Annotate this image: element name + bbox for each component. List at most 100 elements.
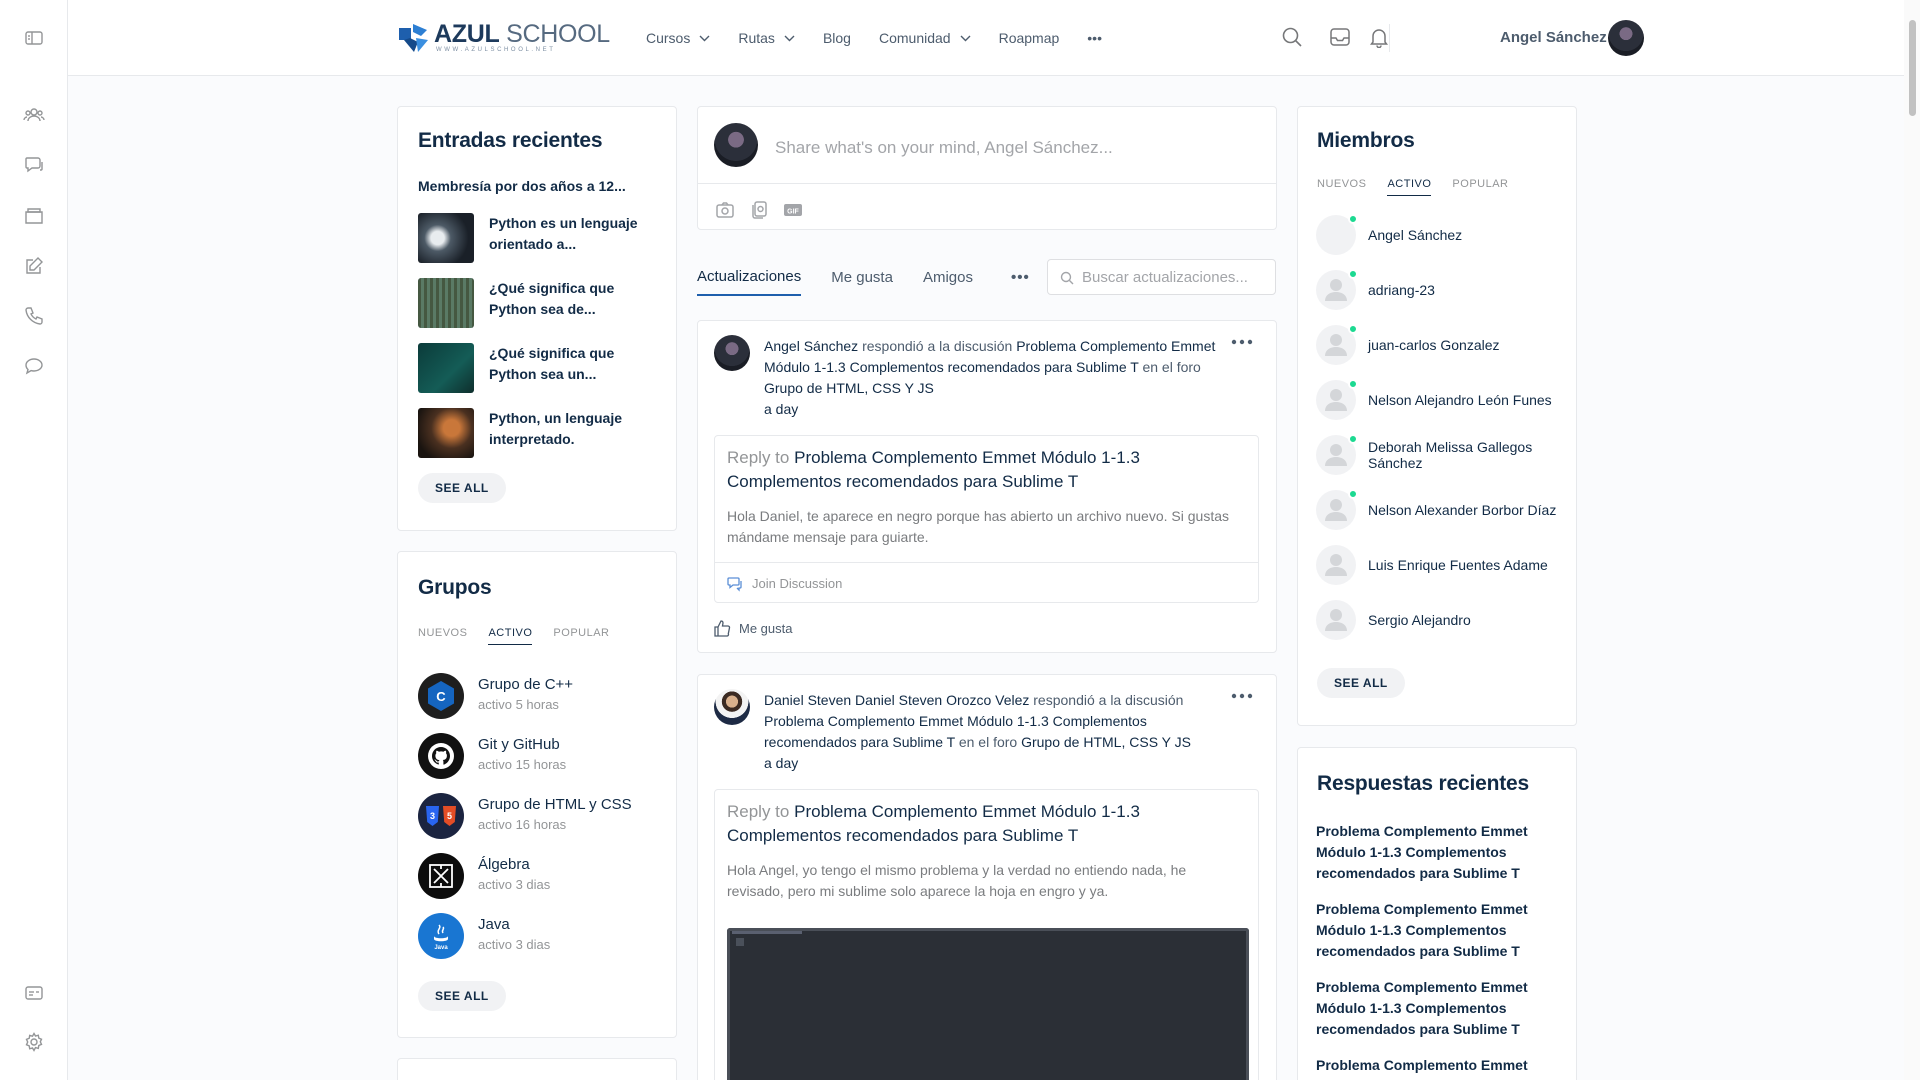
member-item[interactable]: Luis Enrique Fuentes Adame [1316, 545, 1561, 587]
phone-icon[interactable] [22, 304, 46, 328]
settings-gear-icon[interactable] [22, 1030, 46, 1054]
member-item[interactable]: Deborah Melissa Gallegos Sánchez [1316, 434, 1561, 477]
more-tabs-icon[interactable]: ••• [1011, 258, 1030, 296]
member-item[interactable]: Nelson Alejandro León Funes [1316, 379, 1561, 422]
reply-topic-link[interactable]: Problema Complemento Emmet Módulo 1-1.3 … [727, 448, 1140, 491]
reply-topic-link[interactable]: Problema Complemento Emmet Módulo 1-1.3 … [727, 802, 1140, 845]
recent-reply-link[interactable]: Problema Complemento Emmet Módulo 1-1.3 … [1316, 821, 1546, 884]
member-item[interactable]: Angel Sánchez [1316, 214, 1561, 257]
activity-author-avatar[interactable] [714, 335, 750, 371]
groups-tab-activo[interactable]: ACTIVO [488, 627, 533, 645]
groups-folder-icon[interactable] [22, 204, 46, 228]
members-tabs: NUEVOS ACTIVO POPULAR [1317, 178, 1530, 196]
page-scrollbar[interactable] [1904, 0, 1920, 1080]
groups-tab-nuevos[interactable]: NUEVOS [418, 627, 467, 645]
members-tab-nuevos[interactable]: NUEVOS [1317, 178, 1366, 196]
groups-tab-popular[interactable]: POPULAR [553, 627, 609, 645]
tab-me-gusta[interactable]: Me gusta [831, 258, 893, 296]
nav-item[interactable]: Comunidad [879, 30, 971, 46]
forums-icon[interactable] [22, 153, 46, 177]
nav-item[interactable]: Roapmap [999, 30, 1060, 46]
members-title: Miembros [1317, 129, 1415, 152]
member-item[interactable]: Nelson Alexander Borbor Díaz [1316, 489, 1561, 532]
left-rail [0, 0, 68, 1080]
id-card-icon[interactable] [22, 981, 46, 1005]
activity-in-forum: en el foro [958, 734, 1018, 750]
member-name: Nelson Alexander Borbor Díaz [1368, 502, 1557, 518]
edit-icon[interactable] [22, 254, 46, 278]
recent-reply-link[interactable]: Problema Complemento Emmet Módulo 1-1.3 … [1316, 899, 1546, 962]
post-title: Python, un lenguaje interpretado. [489, 410, 623, 447]
notifications-bell-icon[interactable] [1368, 26, 1392, 50]
group-item[interactable]: Álgebra activo 3 dias [418, 853, 618, 899]
nav-item-label: Blog [822, 30, 851, 46]
nav-item[interactable]: Blog [823, 30, 851, 46]
camera-icon[interactable] [715, 200, 735, 220]
activity-search-input[interactable] [1082, 260, 1272, 294]
join-discussion-link[interactable]: Join Discussion [715, 562, 1258, 604]
tab-amigos[interactable]: Amigos [923, 258, 973, 296]
members-widget: Miembros NUEVOS ACTIVO POPULAR Angel Sán… [1297, 106, 1577, 726]
member-avatar [1316, 600, 1356, 640]
svg-text:3: 3 [430, 811, 435, 821]
header-username[interactable]: Angel Sánchez [1500, 29, 1607, 46]
document-attach-icon[interactable] [749, 200, 769, 220]
members-tab-activo[interactable]: ACTIVO [1387, 178, 1432, 196]
group-item[interactable]: 35 Grupo de HTML y CSS activo 16 horas [418, 793, 632, 839]
recent-post-item[interactable]: ¿Qué significa que Python sea de... [418, 278, 618, 328]
members-icon[interactable] [22, 103, 46, 127]
group-name: Grupo de HTML y CSS [478, 796, 632, 813]
site-logo[interactable]: AZUL SCHOOL WWW.AZULSCHOOL.NET [396, 20, 610, 56]
gif-icon[interactable]: GIF [783, 200, 803, 220]
nav-item[interactable]: Cursos [646, 30, 710, 46]
chat-icon[interactable] [22, 354, 46, 378]
activity-forum-link[interactable]: Grupo de HTML, CSS Y JS [1021, 734, 1191, 750]
member-item[interactable]: adriang-23 [1316, 269, 1561, 312]
online-status-dot [1348, 434, 1358, 444]
recent-reply-link[interactable]: Problema Complemento Emmet Módulo 1-1.3 … [1316, 977, 1546, 1040]
nav-item[interactable]: ••• [1087, 30, 1102, 46]
nav-item[interactable]: Rutas [738, 30, 795, 46]
sidebar-toggle-icon[interactable] [22, 26, 46, 50]
recent-reply-link[interactable]: Problema Complemento Emmet [1316, 1055, 1546, 1076]
activity-search[interactable] [1047, 259, 1276, 295]
member-item[interactable]: juan-carlos Gonzalez [1316, 324, 1561, 367]
activity-options-icon[interactable] [1230, 693, 1254, 703]
activity-options-icon[interactable] [1230, 339, 1254, 349]
activity-time[interactable]: a day [764, 753, 1239, 774]
reply-title: Reply to Problema Complemento Emmet Módu… [727, 800, 1252, 848]
members-tab-popular[interactable]: POPULAR [1452, 178, 1508, 196]
post-title: ¿Qué significa que Python sea un... [489, 345, 615, 382]
group-item[interactable]: C Grupo de C++ activo 5 horas [418, 673, 618, 719]
svg-text:GIF: GIF [787, 209, 799, 216]
post-thumbnail [418, 343, 474, 393]
group-item[interactable]: Git y GitHub activo 15 horas [418, 733, 618, 779]
featured-post-link[interactable]: Membresía por dos años a 12... [418, 178, 626, 194]
cpp-icon: C [418, 673, 464, 719]
inbox-icon[interactable] [1329, 26, 1353, 50]
header-user-avatar[interactable] [1608, 20, 1644, 56]
scrollbar-thumb[interactable] [1909, 20, 1916, 116]
members-see-all-button[interactable]: SEE ALL [1317, 668, 1405, 698]
recent-post-item[interactable]: Python, un lenguaje interpretado. [418, 408, 622, 458]
top-header: AZUL SCHOOL WWW.AZULSCHOOL.NET Cursos Rut… [68, 0, 1920, 76]
search-icon[interactable] [1281, 26, 1305, 50]
composer-input[interactable]: Share what's on your mind, Angel Sánchez… [775, 138, 1113, 158]
activity-author-avatar[interactable] [714, 689, 750, 725]
activity-time[interactable]: a day [764, 399, 1239, 420]
activity-in-forum: en el foro [1142, 359, 1201, 375]
activity-author[interactable]: Angel Sánchez [764, 338, 858, 354]
recent-posts-see-all-button[interactable]: SEE ALL [418, 473, 506, 503]
tab-actualizaciones[interactable]: Actualizaciones [697, 258, 802, 296]
group-activity: activo 5 horas [478, 697, 559, 712]
attached-screenshot[interactable] [727, 928, 1249, 1080]
groups-see-all-button[interactable]: SEE ALL [418, 981, 506, 1011]
recent-post-item[interactable]: Python es un lenguaje orientado a... [418, 213, 638, 263]
member-item[interactable]: Sergio Alejandro [1316, 600, 1561, 642]
activity-author[interactable]: Daniel Steven Daniel Steven Orozco Velez [764, 692, 1029, 708]
group-item[interactable]: Java Java activo 3 dias [418, 913, 618, 959]
group-name: Álgebra [478, 856, 530, 873]
recent-post-item[interactable]: ¿Qué significa que Python sea un... [418, 343, 618, 393]
like-button[interactable]: Me gusta [714, 620, 792, 637]
activity-forum-link[interactable]: Grupo de HTML, CSS Y JS [764, 380, 934, 396]
